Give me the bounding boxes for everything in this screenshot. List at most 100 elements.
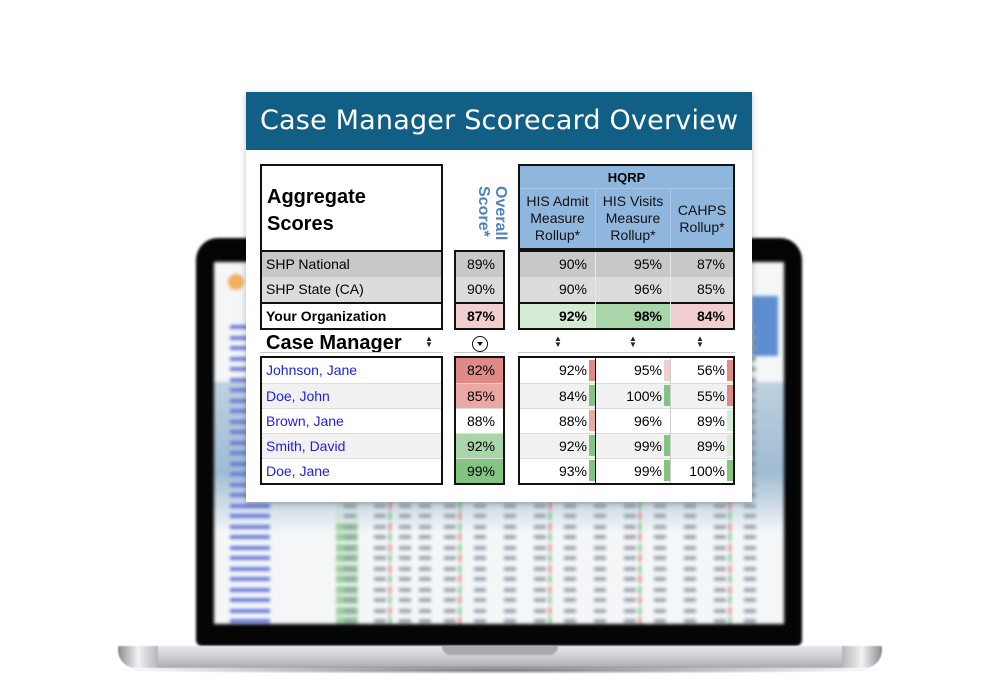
- blurred-cell: [684, 514, 696, 518]
- blurred-trend-bar: [549, 501, 551, 510]
- blurred-cell: [344, 556, 356, 560]
- blurred-cell: [419, 608, 431, 613]
- blurred-cell: [444, 587, 456, 592]
- blurred-cell: [419, 556, 431, 560]
- blurred-cell: [744, 545, 756, 550]
- blurred-cell: [714, 587, 726, 592]
- blurred-trend-bar: [639, 575, 641, 583]
- blurred-cell: [594, 556, 606, 560]
- blurred-trend-bar: [639, 617, 641, 624]
- blurred-cell: [374, 545, 386, 550]
- blurred-trend-bar: [729, 564, 731, 573]
- blurred-trend-bar: [639, 543, 641, 552]
- divider: [518, 352, 735, 353]
- blurred-cell: [594, 566, 606, 571]
- blurred-cell: [654, 566, 666, 571]
- aggregate-his-admit-value: 90%: [520, 252, 595, 277]
- case-manager-his-visits-value: 99%: [596, 458, 670, 483]
- sort-updown-icon[interactable]: ▲ ▼: [424, 335, 434, 349]
- blurred-cell: [714, 556, 726, 560]
- case-manager-link[interactable]: Johnson, Jane: [262, 358, 441, 383]
- sort-updown-icon[interactable]: ▲ ▼: [553, 335, 563, 349]
- case-manager-his-visits-value: 96%: [596, 408, 670, 433]
- case-manager-heading[interactable]: Case Manager: [266, 332, 402, 354]
- blurred-cell: [594, 619, 606, 623]
- blurred-cell: [564, 503, 576, 508]
- case-manager-link[interactable]: Smith, David: [262, 433, 441, 458]
- blurred-cell: [504, 524, 516, 529]
- case-manager-link[interactable]: Doe, Jane: [262, 458, 441, 483]
- blurred-trend-bar: [729, 554, 731, 562]
- blurred-cell: [419, 566, 431, 571]
- blurred-cell: [399, 556, 411, 560]
- trend-bar-red: [727, 360, 733, 381]
- aggregate-his-visits-value: 95%: [596, 252, 670, 277]
- blurred-cell: [344, 514, 356, 518]
- case-manager-overall-value: 88%: [456, 408, 503, 433]
- overall-score-header: Overall Score*: [475, 186, 509, 241]
- laptop-notch: [442, 646, 558, 655]
- blurred-cell: [419, 514, 431, 518]
- blurred-cell: [374, 556, 386, 560]
- blurred-trend-bar: [389, 585, 391, 594]
- blurred-cell: [744, 587, 756, 592]
- case-manager-link[interactable]: Doe, John: [262, 383, 441, 408]
- blurred-cell: [474, 545, 486, 550]
- blurred-cell: [419, 545, 431, 550]
- his-admit-header: HIS Admit Measure Rollup*: [526, 193, 589, 243]
- blurred-cell: [344, 503, 356, 508]
- laptop-shadow: [108, 666, 892, 674]
- blurred-cell: [474, 566, 486, 571]
- blurred-cell: [419, 598, 431, 602]
- blurred-cell: [564, 514, 576, 518]
- blurred-trend-bar: [459, 543, 461, 552]
- blurred-cell: [744, 556, 756, 560]
- case-manager-link[interactable]: Brown, Jane: [262, 408, 441, 433]
- blurred-cell: [654, 514, 666, 518]
- blurred-cell: [474, 577, 486, 581]
- aggregate-overall-value: 90%: [456, 277, 503, 302]
- aggregate-names-column: SHP National SHP State (CA) Your Organiz…: [260, 250, 443, 330]
- blurred-cell: [564, 598, 576, 602]
- blurred-cell: [344, 587, 356, 592]
- blurred-cell: [594, 587, 606, 592]
- blurred-cell: [444, 524, 456, 529]
- case-manager-overall-value: 92%: [456, 433, 503, 458]
- circle-chevron-down-icon[interactable]: [472, 336, 488, 352]
- blurred-trend-bar: [459, 512, 461, 520]
- blurred-cell: [444, 598, 456, 602]
- blurred-cell: [474, 619, 486, 623]
- blurred-cell: [744, 514, 756, 518]
- blurred-cell: [344, 566, 356, 571]
- blurred-cell: [744, 619, 756, 623]
- blurred-cell: [534, 556, 546, 560]
- blurred-cell: [419, 577, 431, 581]
- blurred-cell: [399, 608, 411, 613]
- blurred-cell: [684, 566, 696, 571]
- blurred-trend-bar: [549, 554, 551, 562]
- blurred-cell: [344, 524, 356, 529]
- blurred-trend-bar: [459, 522, 461, 531]
- aggregate-his-admit-value: 92%: [520, 302, 595, 328]
- sort-updown-icon[interactable]: ▲ ▼: [628, 335, 638, 349]
- blurred-cell: [419, 619, 431, 623]
- blurred-cell: [534, 545, 546, 550]
- blurred-cell: [474, 503, 486, 508]
- aggregate-his-visits-value: 96%: [596, 277, 670, 302]
- blurred-cell: [654, 524, 666, 529]
- blurred-cell: [534, 608, 546, 613]
- blurred-cell: [344, 608, 356, 613]
- blurred-cell: [564, 545, 576, 550]
- blurred-trend-bar: [549, 585, 551, 594]
- blurred-trend-bar: [639, 501, 641, 510]
- aggregate-cahps-value: 87%: [671, 252, 733, 277]
- sort-updown-icon[interactable]: ▲ ▼: [695, 335, 705, 349]
- blurred-trend-bar: [729, 533, 731, 541]
- aggregate-his-admit-value: 90%: [520, 277, 595, 302]
- blurred-cell: [504, 545, 516, 550]
- divider: [454, 352, 505, 353]
- blurred-name: [230, 566, 270, 571]
- blurred-cell: [564, 566, 576, 571]
- blurred-trend-bar: [459, 575, 461, 583]
- blurred-cell: [444, 619, 456, 623]
